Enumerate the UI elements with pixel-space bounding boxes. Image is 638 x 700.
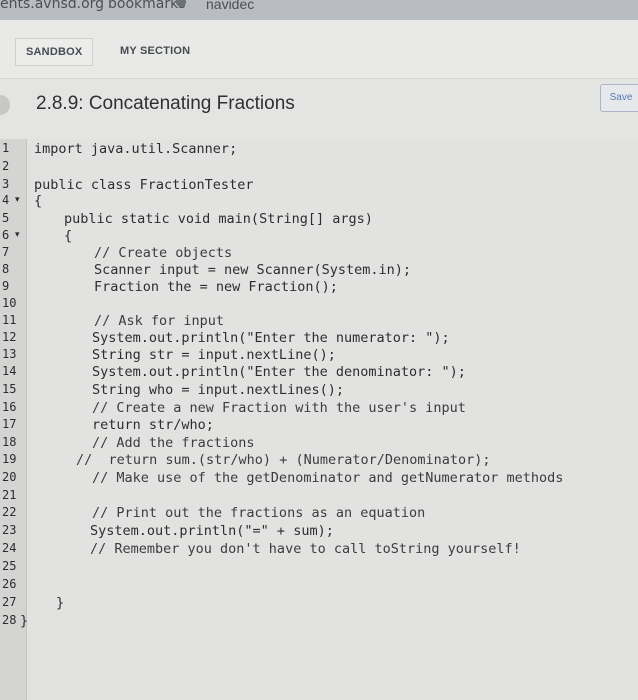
code-line[interactable]: // Ask for input: [94, 313, 224, 329]
code-line[interactable]: Fraction the = new Fraction();: [94, 279, 338, 295]
code-line[interactable]: return str/who;: [92, 417, 214, 433]
tab-sandbox[interactable]: SANDBOX: [15, 38, 94, 66]
code-line[interactable]: // Make use of the getDenominator and ge…: [92, 470, 563, 486]
code-line[interactable]: public class FractionTester: [34, 177, 253, 193]
code-line[interactable]: // Print out the fractions as an equatio…: [92, 505, 425, 521]
code-line[interactable]: String who = input.nextLines();: [92, 382, 344, 398]
code-editor[interactable]: 1 2 3 4 ▾ 5 6 ▾ 7 8 9 10 11 12 13 14 15 …: [0, 139, 638, 700]
code-line[interactable]: // Remember you don't have to call toStr…: [90, 541, 521, 557]
code-line[interactable]: Scanner input = new Scanner(System.in);: [94, 262, 411, 278]
save-button[interactable]: Save: [600, 84, 638, 112]
bookmarks-text[interactable]: bookmarks: [108, 0, 186, 12]
codehs-app: SANDBOX MY SECTION 2.8.9: Concatenating …: [0, 20, 638, 700]
code-text-area[interactable]: import java.util.Scanner; public class F…: [0, 139, 638, 700]
status-circle-icon: [0, 95, 10, 115]
code-line[interactable]: import java.util.Scanner;: [34, 141, 237, 157]
code-line[interactable]: }: [56, 595, 64, 611]
code-line[interactable]: // Create objects: [94, 245, 232, 261]
code-line[interactable]: // Create a new Fraction with the user's…: [92, 400, 466, 416]
url-text[interactable]: ents.avhsd.org: [0, 0, 104, 12]
code-line[interactable]: // return sum.(str/who) + (Numerator/Den…: [76, 452, 491, 468]
code-line[interactable]: }: [20, 613, 28, 629]
exercise-title: 2.8.9: Concatenating Fractions: [36, 93, 295, 114]
code-line[interactable]: System.out.println("=" + sum);: [90, 523, 334, 539]
tab-my-section[interactable]: MY SECTION: [110, 38, 200, 64]
browser-bookmarks-bar: ents.avhsd.org bookmarks navidec: [0, 0, 638, 20]
code-line[interactable]: String str = input.nextLine();: [92, 347, 336, 363]
navidec-text[interactable]: navidec: [206, 0, 254, 12]
code-line[interactable]: public static void main(String[] args): [64, 211, 373, 227]
exercise-header: 2.8.9: Concatenating Fractions Save: [0, 79, 638, 139]
code-line[interactable]: System.out.println("Enter the denominato…: [92, 364, 466, 380]
code-line[interactable]: // Add the fractions: [92, 435, 255, 451]
code-line[interactable]: {: [34, 193, 42, 209]
top-tabs: SANDBOX MY SECTION: [0, 20, 638, 79]
code-line[interactable]: {: [64, 228, 72, 244]
code-line[interactable]: System.out.println("Enter the numerator:…: [92, 330, 450, 346]
